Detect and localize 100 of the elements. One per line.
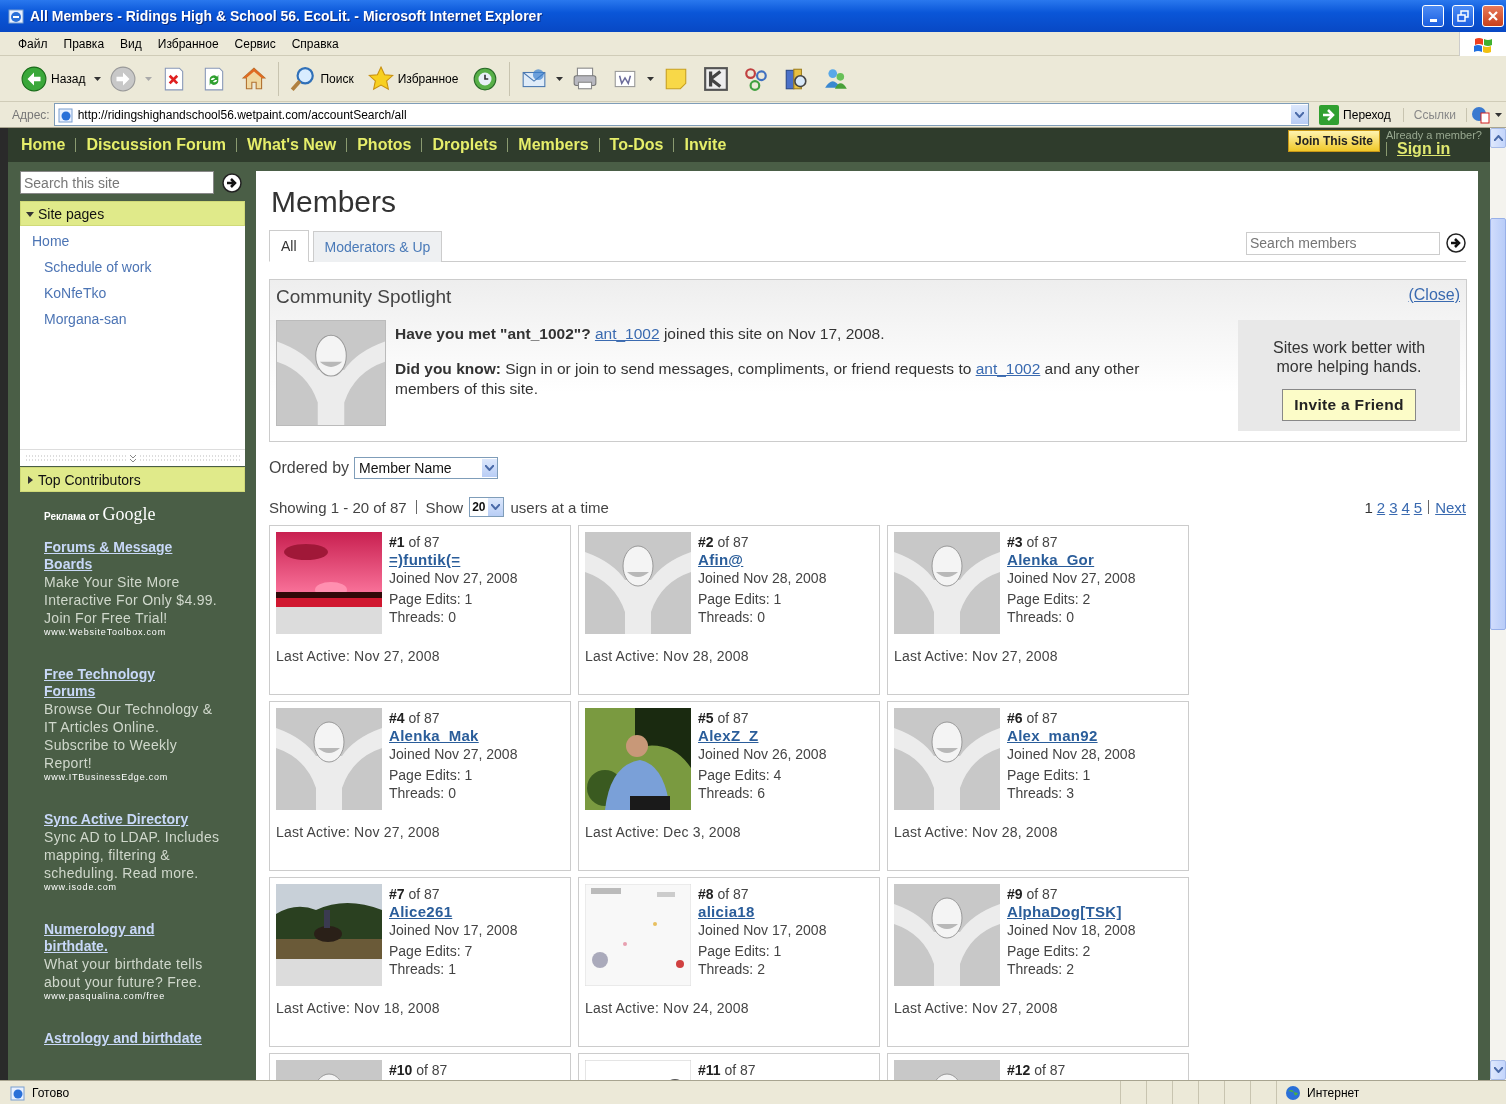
menu-item[interactable]: Правка (55, 34, 113, 53)
menu-item[interactable]: Вид (112, 34, 150, 53)
nav-link[interactable]: Photos (346, 138, 422, 152)
page-edits: Page Edits: 1 (698, 590, 783, 608)
page-link[interactable]: Morgana-san (44, 310, 245, 336)
caret-icon[interactable] (1495, 112, 1502, 117)
last-active: Last Active: Nov 27, 2008 (276, 824, 441, 840)
member-name-link[interactable]: AlphaDog[TSK] (1007, 903, 1136, 921)
nav-link[interactable]: To-Dos (598, 138, 674, 152)
page-edits: Page Edits: 1 (1007, 766, 1092, 784)
per-page-select[interactable]: 20 (469, 497, 505, 517)
member-name-link[interactable]: Afin@ (698, 551, 827, 569)
toolbar-button[interactable]: Поиск (285, 63, 359, 94)
menu-item[interactable]: Сервис (226, 34, 284, 53)
page-link[interactable]: Home (32, 232, 245, 258)
nav-link[interactable]: Home (21, 138, 76, 152)
member-name-link[interactable]: alicia18 (698, 903, 827, 921)
printer-icon (572, 65, 599, 92)
ad-link[interactable]: Astrology and birthdate (44, 1030, 204, 1047)
scroll-down-button[interactable] (1490, 1060, 1506, 1080)
caret-icon[interactable] (647, 76, 655, 81)
member-name-link[interactable]: Alenka_Mak (389, 727, 518, 745)
last-active: Last Active: Dec 3, 2008 (585, 824, 742, 840)
member-name-link[interactable]: AlexZ_Z (698, 727, 827, 745)
caret-down-icon[interactable] (26, 209, 34, 218)
sign-in-link[interactable]: Sign in (1386, 142, 1482, 156)
minimize-button[interactable] (1422, 5, 1444, 27)
nav-link[interactable]: What's New (236, 138, 347, 152)
chevron-icon (485, 465, 495, 471)
invite-text: Sites work better with more helping hands. (1271, 338, 1427, 376)
ad-url: www.isode.com (44, 882, 118, 893)
last-active: Last Active: Nov 28, 2008 (894, 824, 1059, 840)
last-active: Last Active: Nov 24, 2008 (585, 1000, 750, 1016)
page-link[interactable]: 4 (1401, 498, 1410, 516)
search-field[interactable]: Search this site (20, 171, 214, 194)
brand-text: Google (102, 504, 156, 525)
join-button[interactable]: Join This Site (1288, 130, 1380, 152)
section-header[interactable]: Site pages (20, 201, 245, 226)
scroll-thumb[interactable] (1490, 218, 1506, 630)
caret-icon[interactable] (94, 76, 102, 81)
search-go-icon[interactable] (222, 172, 242, 193)
nav-link[interactable]: Droplets (421, 138, 508, 152)
ad-link[interactable]: Numerology and birthdate. (44, 921, 204, 955)
close-button[interactable] (1482, 5, 1504, 27)
toolbar-button[interactable]: Назад (16, 63, 91, 94)
page-edits: Page Edits: 7 (389, 942, 474, 960)
resize-handle[interactable] (20, 449, 245, 466)
tab[interactable]: All (269, 230, 309, 262)
member-rank: #4 of 87 (389, 709, 441, 727)
ad-link[interactable]: Forums & Message Boards (44, 539, 204, 573)
restore-button[interactable] (1452, 5, 1474, 27)
member-name-link[interactable]: Alex_man92 (1007, 727, 1136, 745)
status-text: Готово (32, 1085, 70, 1100)
sort-select[interactable]: Member Name (354, 457, 499, 479)
page-link[interactable]: KoNfeTko (44, 284, 245, 310)
scroll-up-button[interactable] (1490, 128, 1506, 148)
last-active: Last Active: Nov 27, 2008 (894, 648, 1059, 664)
globe-icon[interactable] (1471, 105, 1491, 124)
page-link[interactable]: 5 (1413, 498, 1423, 516)
search-field[interactable]: Search members (1246, 231, 1440, 255)
nav-link[interactable]: Invite (673, 138, 737, 152)
member-link[interactable]: ant_1002 (975, 360, 1041, 377)
joined-date: Joined Nov 18, 2008 (1007, 921, 1136, 939)
caret-right-icon[interactable] (26, 475, 34, 484)
section-header[interactable]: Top Contributors (20, 467, 245, 492)
caret-icon[interactable] (556, 76, 564, 81)
default-avatar-icon (894, 532, 1000, 634)
ad-link[interactable]: Free Technology Forums (44, 666, 204, 700)
member-link[interactable]: ant_1002 (594, 325, 660, 342)
current-page[interactable]: 1 (1364, 498, 1373, 516)
tab[interactable]: Moderators & Up (312, 231, 443, 262)
dropdown-button[interactable] (1291, 105, 1309, 124)
menu-item[interactable]: Файл (10, 34, 56, 53)
nav-link[interactable]: Discussion Forum (75, 138, 237, 152)
member-name-link[interactable]: Alice261 (389, 903, 518, 921)
show-label: Show (425, 498, 464, 516)
threads-count: Threads: 2 (698, 960, 766, 978)
ad-link[interactable]: Sync Active Directory (44, 811, 204, 828)
close-link[interactable]: (Close) (1408, 286, 1460, 308)
page-link[interactable]: 2 (1376, 498, 1386, 516)
member-name-link[interactable]: Alenka_Gor (1007, 551, 1136, 569)
next-link[interactable]: Next (1435, 498, 1466, 516)
last-active: Last Active: Nov 18, 2008 (276, 1000, 441, 1016)
toolbar-button[interactable]: Избранное (362, 63, 464, 94)
go-button[interactable]: Переход (1313, 104, 1399, 125)
member-name-link[interactable]: =)funtik(= (389, 551, 518, 569)
page-link[interactable]: 3 (1389, 498, 1398, 516)
threads-count: Threads: 3 (1007, 784, 1075, 802)
search-go-icon[interactable] (1446, 233, 1466, 253)
nav-link[interactable]: Members (507, 138, 599, 152)
page-link[interactable]: Schedule of work (44, 258, 245, 284)
order-label: Ordered by (269, 459, 350, 477)
address-field[interactable]: http://ridingshighandschool56.wetpaint.com/accountSearch/all (53, 103, 1310, 126)
joined-date: Joined Nov 27, 2008 (1007, 569, 1136, 587)
threads-count: Threads: 2 (1007, 960, 1075, 978)
invite-button[interactable]: Invite a Friend (1282, 389, 1416, 421)
menu-item[interactable]: Справка (283, 34, 347, 53)
restore-icon (1457, 10, 1469, 22)
menu-item[interactable]: Избранное (149, 34, 227, 53)
joined-date: Joined Nov 17, 2008 (389, 921, 518, 939)
